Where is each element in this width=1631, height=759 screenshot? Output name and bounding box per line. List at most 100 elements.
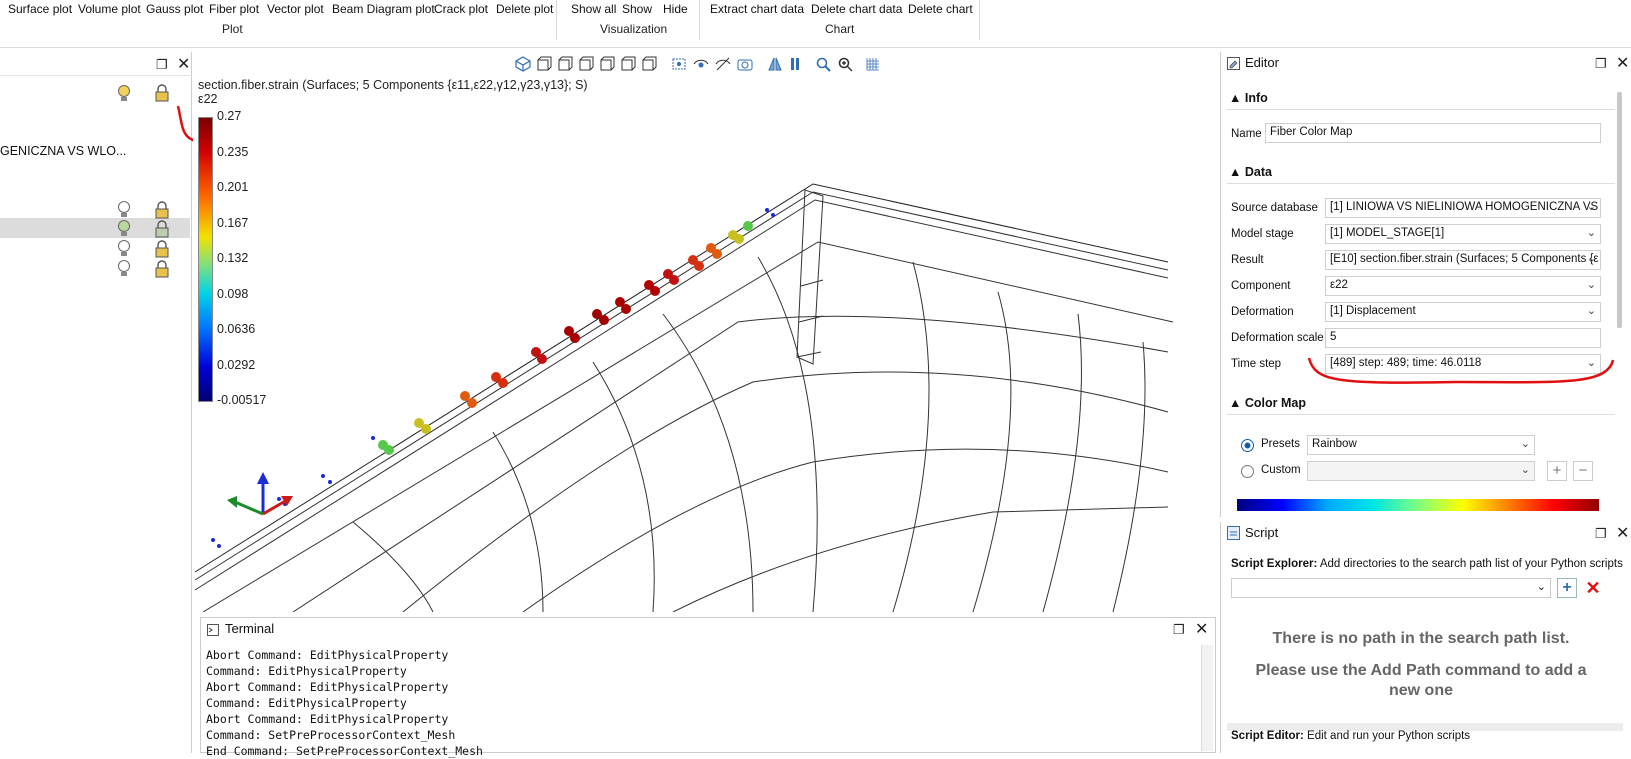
- add-path-icon[interactable]: +: [1557, 578, 1577, 598]
- script-title: Script: [1245, 525, 1279, 540]
- terminal-panel: Terminal ❐ ✕ Abort Command: EditPhysical…: [200, 617, 1216, 758]
- lightbulb-icon[interactable]: [116, 259, 132, 279]
- lock-icon[interactable]: [154, 220, 170, 238]
- delete-chart-button[interactable]: Delete chart: [908, 2, 973, 16]
- custom-label: Custom: [1261, 464, 1301, 476]
- chevron-down-icon: ⌄: [1586, 279, 1596, 291]
- editor-panel: Editor ❐ ✕ ▲ Info Name Fiber Color Map ▲…: [1220, 52, 1631, 517]
- collapse-triangle-icon: ▲: [1229, 165, 1245, 179]
- presets-label: Presets: [1261, 438, 1300, 450]
- header-divider: [0, 75, 192, 76]
- show-all-button[interactable]: Show all: [571, 2, 616, 16]
- fiber-point: [712, 249, 722, 259]
- lock-icon[interactable]: [154, 84, 170, 102]
- fiber-point: [570, 333, 580, 343]
- terminal-scrollbar[interactable]: [1201, 645, 1213, 751]
- ribbon-toolbar: Surface plot Volume plot Gauss plot Fibe…: [0, 0, 1631, 48]
- presets-radio[interactable]: [1241, 439, 1254, 452]
- collapse-triangle-icon: ▲: [1229, 396, 1245, 410]
- close-icon[interactable]: ✕: [1616, 523, 1629, 543]
- fiber-point: [694, 261, 704, 271]
- close-icon[interactable]: ✕: [177, 54, 190, 74]
- lightbulb-icon[interactable]: [116, 84, 132, 104]
- delete-chart-data-button[interactable]: Delete chart data: [811, 2, 902, 16]
- name-field[interactable]: Fiber Color Map: [1265, 123, 1601, 143]
- terminal-title: Terminal: [225, 621, 275, 636]
- restore-icon[interactable]: ❐: [156, 57, 168, 73]
- lock-icon[interactable]: [154, 201, 170, 219]
- model-stage-select[interactable]: [1] MODEL_STAGE[1] ⌄: [1325, 224, 1601, 244]
- fiber-plot-button[interactable]: Fiber plot: [209, 2, 259, 16]
- lightbulb-icon[interactable]: [116, 239, 132, 259]
- script-editor-caption: Script Editor: Edit and run your Python …: [1231, 730, 1471, 742]
- add-color-icon[interactable]: +: [1547, 461, 1567, 481]
- deformation-scale-label: Deformation scale: [1231, 332, 1324, 344]
- close-icon[interactable]: ✕: [1195, 619, 1208, 639]
- source-database-select[interactable]: [1] LINIOWA VS NIELINIOWA HOMOGENICZNA V…: [1325, 198, 1601, 218]
- section-divider: [1227, 109, 1615, 110]
- crack-plot-button[interactable]: Crack plot: [434, 2, 488, 16]
- fiber-point: [217, 544, 221, 548]
- custom-select[interactable]: ⌄: [1307, 461, 1535, 481]
- restore-icon[interactable]: ❐: [1595, 526, 1607, 542]
- fiber-point: [765, 208, 769, 212]
- extract-chart-data-button[interactable]: Extract chart data: [710, 2, 804, 16]
- terminal-line: Command: SetPreProcessorContext_Mesh: [206, 728, 456, 742]
- volume-plot-button[interactable]: Volume plot: [78, 2, 141, 16]
- terminal-line: Command: EditPhysicalProperty: [206, 664, 407, 678]
- fiber-point: [277, 497, 281, 501]
- beam-diagram-plot-button[interactable]: Beam Diagram plot: [332, 2, 435, 16]
- fiber-point: [328, 480, 332, 484]
- editor-scrollbar[interactable]: [1617, 92, 1622, 328]
- surface-plot-button[interactable]: Surface plot: [8, 2, 72, 16]
- hide-button[interactable]: Hide: [663, 2, 688, 16]
- close-icon[interactable]: ✕: [1616, 53, 1629, 73]
- model-tree-panel: ❐ ✕ GENICZNA VS WLO...: [0, 52, 264, 753]
- fiber-point: [650, 286, 660, 296]
- result-select[interactable]: [E10] section.fiber.strain (Surfaces; 5 …: [1325, 250, 1601, 270]
- info-section-header[interactable]: ▲ Info: [1229, 91, 1268, 105]
- empty-path-message: There is no path in the search path list…: [1272, 630, 1570, 647]
- fiber-points: [211, 208, 775, 548]
- mesh-grid: [194, 183, 1174, 612]
- custom-radio[interactable]: [1241, 465, 1254, 478]
- lock-icon[interactable]: [154, 260, 170, 278]
- lightbulb-icon[interactable]: [116, 219, 132, 239]
- fiber-point: [669, 275, 679, 285]
- fiber-point: [421, 424, 431, 434]
- script-panel: Script ❐ ✕ Script Explorer: Add director…: [1220, 522, 1631, 753]
- visualization-group-label: Visualization: [600, 22, 668, 36]
- presets-select[interactable]: Rainbow ⌄: [1307, 435, 1535, 455]
- delete-plot-button[interactable]: Delete plot: [496, 2, 553, 16]
- source-database-label: Source database: [1231, 202, 1318, 214]
- result-label: Result: [1231, 254, 1264, 266]
- data-section-header[interactable]: ▲ Data: [1229, 165, 1272, 179]
- deformation-select[interactable]: [1] Displacement ⌄: [1325, 302, 1601, 322]
- remove-color-icon[interactable]: −: [1573, 461, 1593, 481]
- fiber-point: [498, 378, 508, 388]
- mesh-model-view: [194, 183, 1174, 612]
- plot-group-label: Plot: [222, 22, 243, 36]
- delete-path-icon[interactable]: ✕: [1583, 578, 1603, 598]
- restore-icon[interactable]: ❐: [1595, 56, 1607, 72]
- fiber-point: [467, 398, 477, 408]
- lock-icon[interactable]: [154, 240, 170, 258]
- 3d-viewport[interactable]: section.fiber.strain (Surfaces; 5 Compon…: [193, 52, 1215, 612]
- ribbon-divider: [556, 0, 557, 40]
- terminal-line: Abort Command: EditPhysicalProperty: [206, 712, 449, 726]
- show-button[interactable]: Show: [622, 2, 652, 16]
- search-path-select[interactable]: ⌄: [1231, 578, 1551, 598]
- tree-item-label[interactable]: GENICZNA VS WLO...: [0, 144, 126, 158]
- component-select[interactable]: ε22 ⌄: [1325, 276, 1601, 296]
- vector-plot-button[interactable]: Vector plot: [267, 2, 324, 16]
- lightbulb-icon[interactable]: [116, 200, 132, 220]
- fiber-point: [321, 474, 325, 478]
- color-map-section-header[interactable]: ▲ Color Map: [1229, 396, 1306, 410]
- fiber-point: [371, 436, 375, 440]
- script-explorer-caption: Script Explorer: Add directories to the …: [1231, 558, 1623, 570]
- gauss-plot-button[interactable]: Gauss plot: [146, 2, 203, 16]
- deformation-scale-input[interactable]: 5: [1325, 328, 1601, 348]
- script-icon: [1227, 526, 1240, 540]
- restore-icon[interactable]: ❐: [1173, 622, 1185, 638]
- fiber-point: [771, 213, 775, 217]
